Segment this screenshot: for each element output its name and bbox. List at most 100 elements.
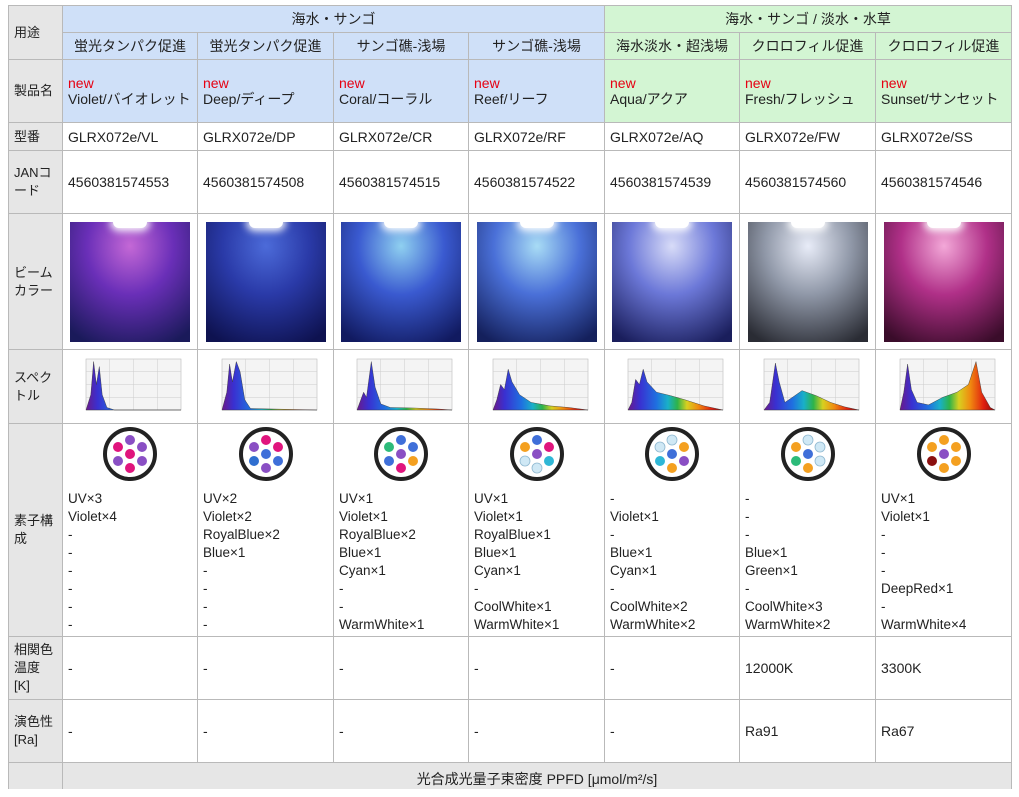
- led-layout-icon: [645, 427, 699, 481]
- led-dot: [950, 456, 961, 466]
- led-dot: [814, 441, 825, 453]
- spectrum-cell: [604, 349, 740, 424]
- use-cell: 蛍光タンパク促進: [62, 32, 198, 60]
- use-cell: 蛍光タンパク促進: [197, 32, 334, 60]
- new-badge: new: [339, 74, 365, 91]
- element-item: CoolWhite×3: [745, 599, 823, 614]
- led-dot: [938, 463, 949, 473]
- spectrum-chart: [356, 358, 453, 410]
- element-item: Blue×1: [745, 545, 788, 560]
- beam-color-image: [476, 221, 597, 342]
- beam-color-image: [341, 221, 461, 342]
- cri-cell: -: [333, 699, 469, 763]
- element-item: DeepRed×1: [881, 581, 954, 596]
- element-item: RoyalBlue×2: [339, 527, 416, 542]
- led-dot: [667, 463, 677, 473]
- product-name: Sunset/サンセット: [881, 90, 999, 107]
- element-item: -: [203, 563, 208, 578]
- jan-cell: 4560381574508: [197, 150, 334, 214]
- jan-cell: 4560381574553: [62, 150, 198, 214]
- led-dot: [654, 441, 666, 453]
- element-item: -: [610, 491, 615, 506]
- spectrum-chart: [899, 358, 995, 410]
- new-badge: new: [610, 74, 636, 91]
- led-dot: [384, 442, 394, 452]
- label-elements: 素子構成: [8, 423, 63, 637]
- led-dot: [655, 456, 665, 466]
- beam-cell: [875, 213, 1012, 350]
- product-name: Aqua/アクア: [610, 90, 688, 107]
- jan-cell: 4560381574515: [333, 150, 469, 214]
- element-item: -: [68, 545, 73, 560]
- element-item: -: [474, 581, 479, 596]
- cri-cell: -: [197, 699, 334, 763]
- cct-cell: -: [604, 636, 740, 700]
- element-item: -: [881, 599, 886, 614]
- element-item: Green×1: [745, 563, 798, 578]
- spec-table: 用途 海水・サンゴ 海水・サンゴ / 淡水・水草 蛍光タンパク促進 蛍光タンパク促…: [8, 5, 1012, 795]
- use-cell: サンゴ礁-浅場: [468, 32, 605, 60]
- beam-cell: [333, 213, 469, 350]
- element-item: -: [68, 527, 73, 542]
- spectrum-cell: [62, 349, 198, 424]
- element-item: WarmWhite×1: [339, 617, 425, 632]
- spectrum-cell: [875, 349, 1012, 424]
- led-dot: [137, 456, 147, 466]
- element-item: -: [68, 563, 73, 578]
- led-layout-icon: [916, 427, 971, 481]
- spectrum-cell: [333, 349, 469, 424]
- element-item: UV×1: [474, 491, 509, 506]
- label-spectrum: スペクトル: [8, 349, 63, 424]
- led-layout-icon: [238, 427, 293, 481]
- element-item: -: [881, 527, 886, 542]
- element-item: UV×3: [68, 491, 103, 506]
- product-name: Violet/バイオレット: [68, 90, 191, 107]
- jan-cell: 4560381574522: [468, 150, 605, 214]
- led-dot: [125, 449, 135, 459]
- new-badge: new: [745, 74, 771, 91]
- led-dot: [938, 449, 949, 459]
- element-item: Violet×1: [339, 509, 388, 524]
- led-dot: [666, 434, 678, 446]
- led-dot: [396, 435, 406, 445]
- new-badge: new: [474, 74, 500, 91]
- elements-list: UV×3 Violet×4 - - - - - -: [68, 490, 192, 634]
- element-item: -: [745, 491, 750, 506]
- cri-row: 演色性 [Ra] - - - - - Ra91 Ra67: [8, 699, 1012, 763]
- product-row: 製品名 new Violet/バイオレット new Deep/ディープ new Coral…: [8, 59, 1012, 123]
- cct-cell: 12000K: [739, 636, 876, 700]
- element-item: Violet×1: [881, 509, 930, 524]
- spectrum-cell: [468, 349, 605, 424]
- element-item: Blue×1: [339, 545, 382, 560]
- lamp-light: [113, 221, 147, 228]
- element-item: -: [203, 599, 208, 614]
- element-item: UV×1: [339, 491, 374, 506]
- lamp-light: [790, 221, 825, 228]
- led-dot: [260, 463, 271, 473]
- led-dot: [125, 463, 135, 473]
- led-dot: [248, 456, 259, 466]
- model-cell: GLRX072e/FW: [739, 122, 876, 151]
- led-dot: [950, 442, 961, 452]
- led-dot: [396, 463, 406, 473]
- use-row: 蛍光タンパク促進 蛍光タンパク促進 サンゴ礁-浅場 サンゴ礁-浅場 海水淡水・超浅場 クロ…: [9, 32, 1012, 60]
- model-cell: GLRX072e/CR: [333, 122, 469, 151]
- beam-row: ビームカラー: [8, 213, 1012, 350]
- product-name: Deep/ディープ: [203, 90, 295, 107]
- led-dot: [543, 442, 554, 452]
- led-dot: [802, 449, 813, 459]
- beam-cell: [197, 213, 334, 350]
- element-item: Violet×1: [474, 509, 523, 524]
- led-dot: [519, 455, 530, 467]
- element-item: UV×2: [203, 491, 238, 506]
- led-dot: [802, 434, 813, 446]
- led-dot: [396, 449, 406, 459]
- elements-cell: UV×3 Violet×4 - - - - - -: [62, 423, 198, 637]
- element-item: Blue×1: [610, 545, 653, 560]
- product-cell: new Fresh/フレッシュ: [739, 59, 876, 123]
- cct-cell: -: [333, 636, 469, 700]
- elements-cell: - - - Blue×1 Green×1 - CoolWhite×3 WarmWhite×2: [739, 423, 876, 637]
- label-jan: JANコード: [8, 150, 63, 214]
- beam-cell: [62, 213, 198, 350]
- elements-cell: UV×2 Violet×2 RoyalBlue×2 Blue×1 - - - -: [197, 423, 334, 637]
